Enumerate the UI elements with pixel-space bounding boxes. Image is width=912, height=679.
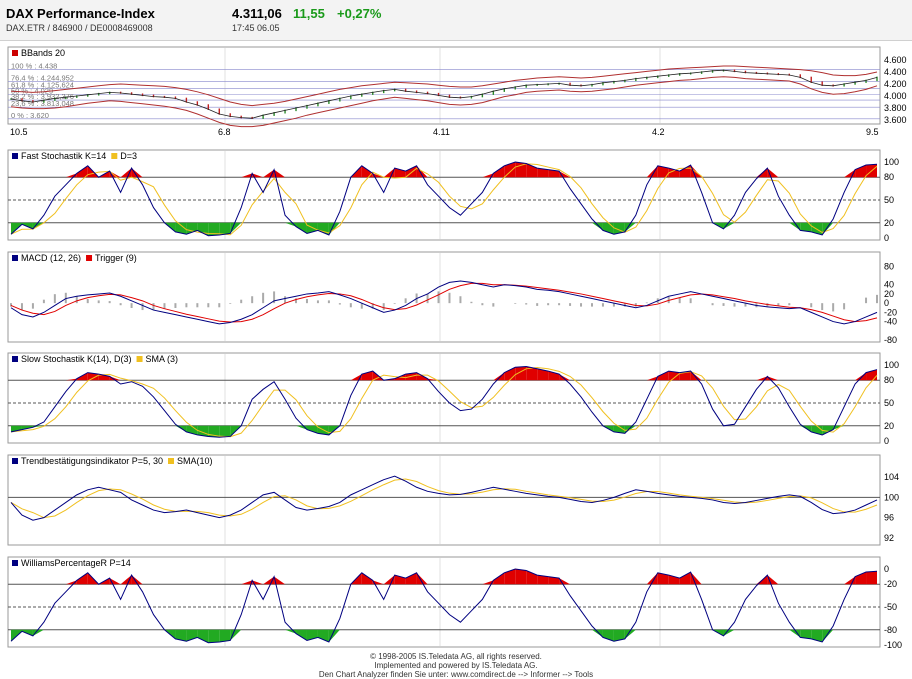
y-tick-label: -20 bbox=[884, 579, 897, 589]
y-tick-label: 4.200 bbox=[884, 79, 907, 89]
y-tick-label: 100 bbox=[884, 492, 899, 502]
panel-frame bbox=[7, 454, 881, 546]
overbought-fill bbox=[515, 569, 527, 585]
y-tick-label: 80 bbox=[884, 261, 894, 271]
y-tick-label: -80 bbox=[884, 335, 897, 345]
footer-powered: Implemented and powered by IS.Teledata A… bbox=[374, 661, 538, 670]
y-tick-label: 80 bbox=[884, 375, 894, 385]
y-tick-label: 0 bbox=[884, 233, 889, 243]
y-tick-label: -40 bbox=[884, 317, 897, 327]
panel-frame bbox=[7, 149, 881, 241]
x-tick-label: 10.5 bbox=[10, 127, 28, 137]
legend-label: WilliamsPercentageR P=14 bbox=[21, 558, 131, 568]
y-tick-label: 4.000 bbox=[884, 91, 907, 101]
y-tick-label: -50 bbox=[884, 602, 897, 612]
y-tick-label: 0 bbox=[884, 564, 889, 574]
fib-level-label: 100 % : 4.438 bbox=[11, 62, 57, 71]
panel-frame bbox=[7, 251, 881, 343]
legend-swatch bbox=[86, 255, 93, 261]
y-tick-label: 50 bbox=[884, 195, 894, 205]
y-tick-label: 0 bbox=[884, 298, 889, 308]
oversold-fill bbox=[208, 629, 220, 643]
x-tick-label: 6.8 bbox=[218, 127, 231, 137]
fib-level-label: 0 % : 3.620 bbox=[11, 111, 49, 120]
legend-label: SMA(10) bbox=[177, 456, 213, 466]
y-tick-label: 40 bbox=[884, 280, 894, 290]
legend-label: MACD (12, 26) bbox=[21, 253, 81, 263]
y-tick-label: 96 bbox=[884, 513, 894, 523]
oversold-fill bbox=[219, 629, 231, 642]
legend-swatch bbox=[12, 356, 18, 362]
x-tick-label: 4.11 bbox=[433, 127, 450, 137]
y-tick-label: 20 bbox=[884, 421, 894, 431]
y-tick-label: 100 bbox=[884, 360, 899, 370]
y-tick-label: 104 bbox=[884, 472, 899, 482]
chart-canvas: BBands 203.6003.8004.0004.2004.4004.6001… bbox=[7, 46, 907, 650]
legend-label: Fast Stochastik K=14 bbox=[21, 151, 106, 161]
legend-swatch bbox=[168, 458, 175, 464]
y-tick-label: -20 bbox=[884, 307, 897, 317]
y-tick-label: 20 bbox=[884, 289, 894, 299]
oversold-fill bbox=[219, 222, 231, 235]
y-tick-label: 0 bbox=[884, 436, 889, 446]
legend-swatch bbox=[111, 153, 118, 159]
legend-swatch bbox=[12, 560, 18, 566]
y-tick-label: 80 bbox=[884, 172, 894, 182]
y-tick-label: 50 bbox=[884, 398, 894, 408]
legend-swatch bbox=[136, 356, 143, 362]
panel-frame bbox=[7, 556, 881, 648]
y-tick-label: 3.600 bbox=[884, 115, 907, 125]
legend-label: BBands 20 bbox=[21, 48, 65, 58]
y-tick-label: -80 bbox=[884, 625, 897, 635]
legend-label: D=3 bbox=[120, 151, 137, 161]
legend-swatch bbox=[12, 255, 18, 261]
legend-swatch bbox=[12, 50, 18, 56]
y-tick-label: 92 bbox=[884, 533, 894, 543]
x-tick-label: 9.5 bbox=[866, 127, 879, 137]
y-tick-label: 100 bbox=[884, 157, 899, 167]
footer-copyright: © 1998-2005 IS.Teledata AG, all rights r… bbox=[370, 652, 542, 661]
legend-label: Trigger (9) bbox=[95, 253, 137, 263]
footer-link: Den Chart Analyzer finden Sie unter: www… bbox=[318, 670, 594, 679]
y-tick-label: 20 bbox=[884, 218, 894, 228]
legend-swatch bbox=[12, 153, 18, 159]
overbought-fill bbox=[866, 571, 877, 585]
oversold-fill bbox=[219, 425, 231, 438]
x-tick-label: 4.2 bbox=[652, 127, 665, 137]
y-tick-label: 4.400 bbox=[884, 67, 907, 77]
y-tick-label: 4.600 bbox=[884, 55, 907, 65]
legend-swatch bbox=[12, 458, 18, 464]
y-tick-label: 3.800 bbox=[884, 103, 907, 113]
y-tick-label: -100 bbox=[884, 640, 902, 650]
legend-label: Trendbestätigungsindikator P=5, 30 bbox=[21, 456, 163, 466]
legend-label: SMA (3) bbox=[146, 354, 179, 364]
legend-label: Slow Stochastik K(14), D(3) bbox=[21, 354, 132, 364]
